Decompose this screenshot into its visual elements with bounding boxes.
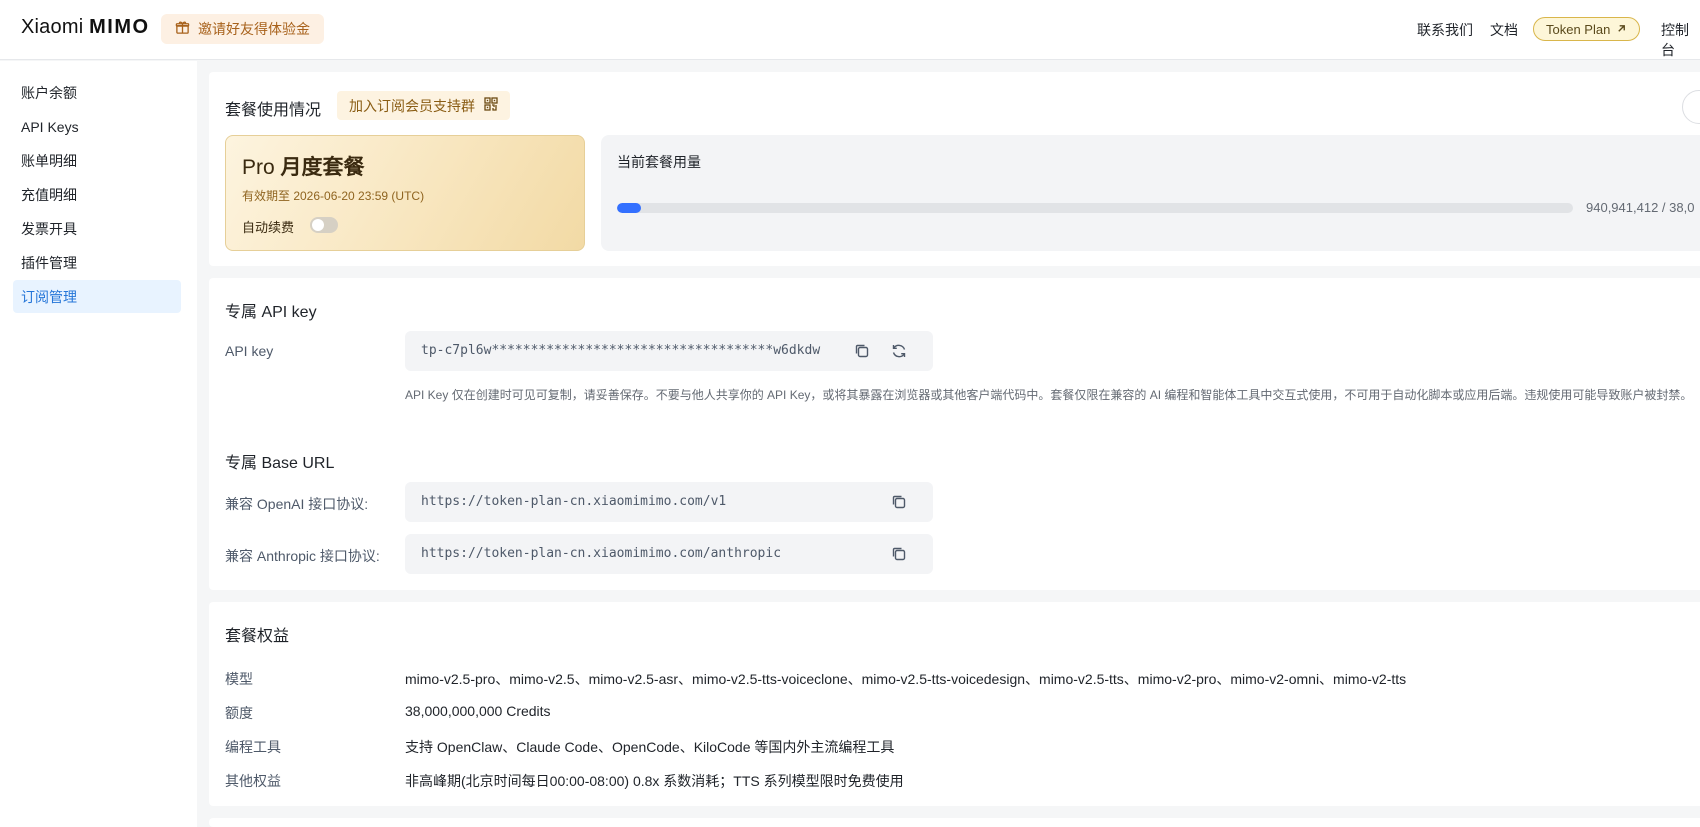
anthropic-url-value[interactable]: https://token-plan-cn.xiaomimimo.com/ant… [421,546,781,561]
usage-card: 当前套餐用量 940,941,412 / 38,0 [601,135,1700,251]
usage-progress-bar [617,203,1573,213]
api-section-title-text: 专属 API key [225,304,317,321]
plan-name: Pro 月度套餐 [242,151,365,181]
benefit-label-models: 模型 [225,671,253,687]
sidebar-item-balance[interactable]: 账户余额 [13,76,181,109]
next-card-edge [209,818,1700,827]
api-key-label: API key [225,343,274,359]
copy-icon[interactable] [890,545,908,563]
plan-tier: Pro [242,156,275,179]
base-url-title: 专属 Base URL [225,455,335,472]
benefit-value-tools: 支持 OpenClaw、Claude Code、OpenCode、KiloCod… [405,739,895,755]
token-plan-label: Token Plan [1546,21,1611,37]
usage-progress-fill [617,203,641,213]
openai-url-value[interactable]: https://token-plan-cn.xiaomimimo.com/v1 [421,494,726,509]
gift-icon [175,20,190,38]
benefit-value-quota: 38,000,000,000 Credits [405,703,551,719]
invite-friends-button[interactable]: 邀请好友得体验金 [161,14,324,44]
top-bar: Xiaomi MIMO 邀请好友得体验金 联系我们 文档 Token Plan … [0,0,1700,60]
plan-name-label: 月度套餐 [280,156,365,179]
logo-mark: MIMO [89,16,150,38]
sidebar-item-api-keys[interactable]: API Keys [13,110,181,143]
anthropic-protocol-label: 兼容 Anthropic 接口协议: [225,548,380,564]
usage-count: 940,941,412 / 38,0 [1586,200,1695,215]
benefits-section-title: 套餐权益 [225,628,290,645]
logo-prefix: Xiaomi [21,16,84,38]
sidebar-item-subscription[interactable]: 订阅管理 [13,280,181,313]
usage-section-title: 套餐使用情况 [225,102,322,119]
benefit-label-other: 其他权益 [225,773,281,789]
plan-expiry: 有效期至 2026-06-20 23:59 (UTC) [242,189,425,203]
api-key-value[interactable]: tp-c7pl6w*******************************… [421,343,820,358]
sidebar-item-invoice[interactable]: 发票开具 [13,212,181,245]
logo[interactable]: Xiaomi MIMO [21,16,150,39]
api-section-title: 专属 API key [225,298,317,322]
anthropic-url-field: https://token-plan-cn.xiaomimimo.com/ant… [405,534,933,574]
api-key-field: tp-c7pl6w*******************************… [405,331,933,371]
contact-link[interactable]: 联系我们 [1417,20,1473,40]
benefit-value-models: mimo-v2.5-pro、mimo-v2.5、mimo-v2.5-asr、mi… [405,671,1407,687]
copy-icon[interactable] [853,342,871,360]
auto-renew-label: 自动续费 [242,220,295,235]
token-plan-button[interactable]: Token Plan [1533,17,1641,41]
openai-protocol-label: 兼容 OpenAI 接口协议: [225,496,369,512]
join-group-label: 加入订阅会员支持群 [349,97,475,114]
openai-url-field: https://token-plan-cn.xiaomimimo.com/v1 [405,482,933,522]
usage-title: 当前套餐用量 [617,154,701,170]
console-link[interactable]: 控制台 [1661,20,1700,60]
benefit-label-quota: 额度 [225,705,253,721]
api-key-notice: API Key 仅在创建时可见可复制，请妥善保存。不要与他人共享你的 API K… [405,388,1693,402]
sidebar-item-billing[interactable]: 账单明细 [13,144,181,177]
docs-link[interactable]: 文档 [1490,20,1518,40]
arrow-up-right-icon [1616,22,1627,37]
sidebar-item-recharge[interactable]: 充值明细 [13,178,181,211]
refresh-icon[interactable] [890,342,908,360]
plan-card: Pro 月度套餐 有效期至 2026-06-20 23:59 (UTC) 自动续… [225,135,585,251]
invite-label: 邀请好友得体验金 [198,21,310,37]
benefit-value-other: 非高峰期(北京时间每日00:00-08:00) 0.8x 系数消耗；TTS 系列… [405,773,904,789]
join-group-button[interactable]: 加入订阅会员支持群 [337,91,510,120]
auto-renew-toggle[interactable] [310,217,338,233]
sidebar-item-plugins[interactable]: 插件管理 [13,246,181,279]
benefit-label-tools: 编程工具 [225,739,281,755]
copy-icon[interactable] [890,493,908,511]
qr-code-icon [484,97,498,114]
